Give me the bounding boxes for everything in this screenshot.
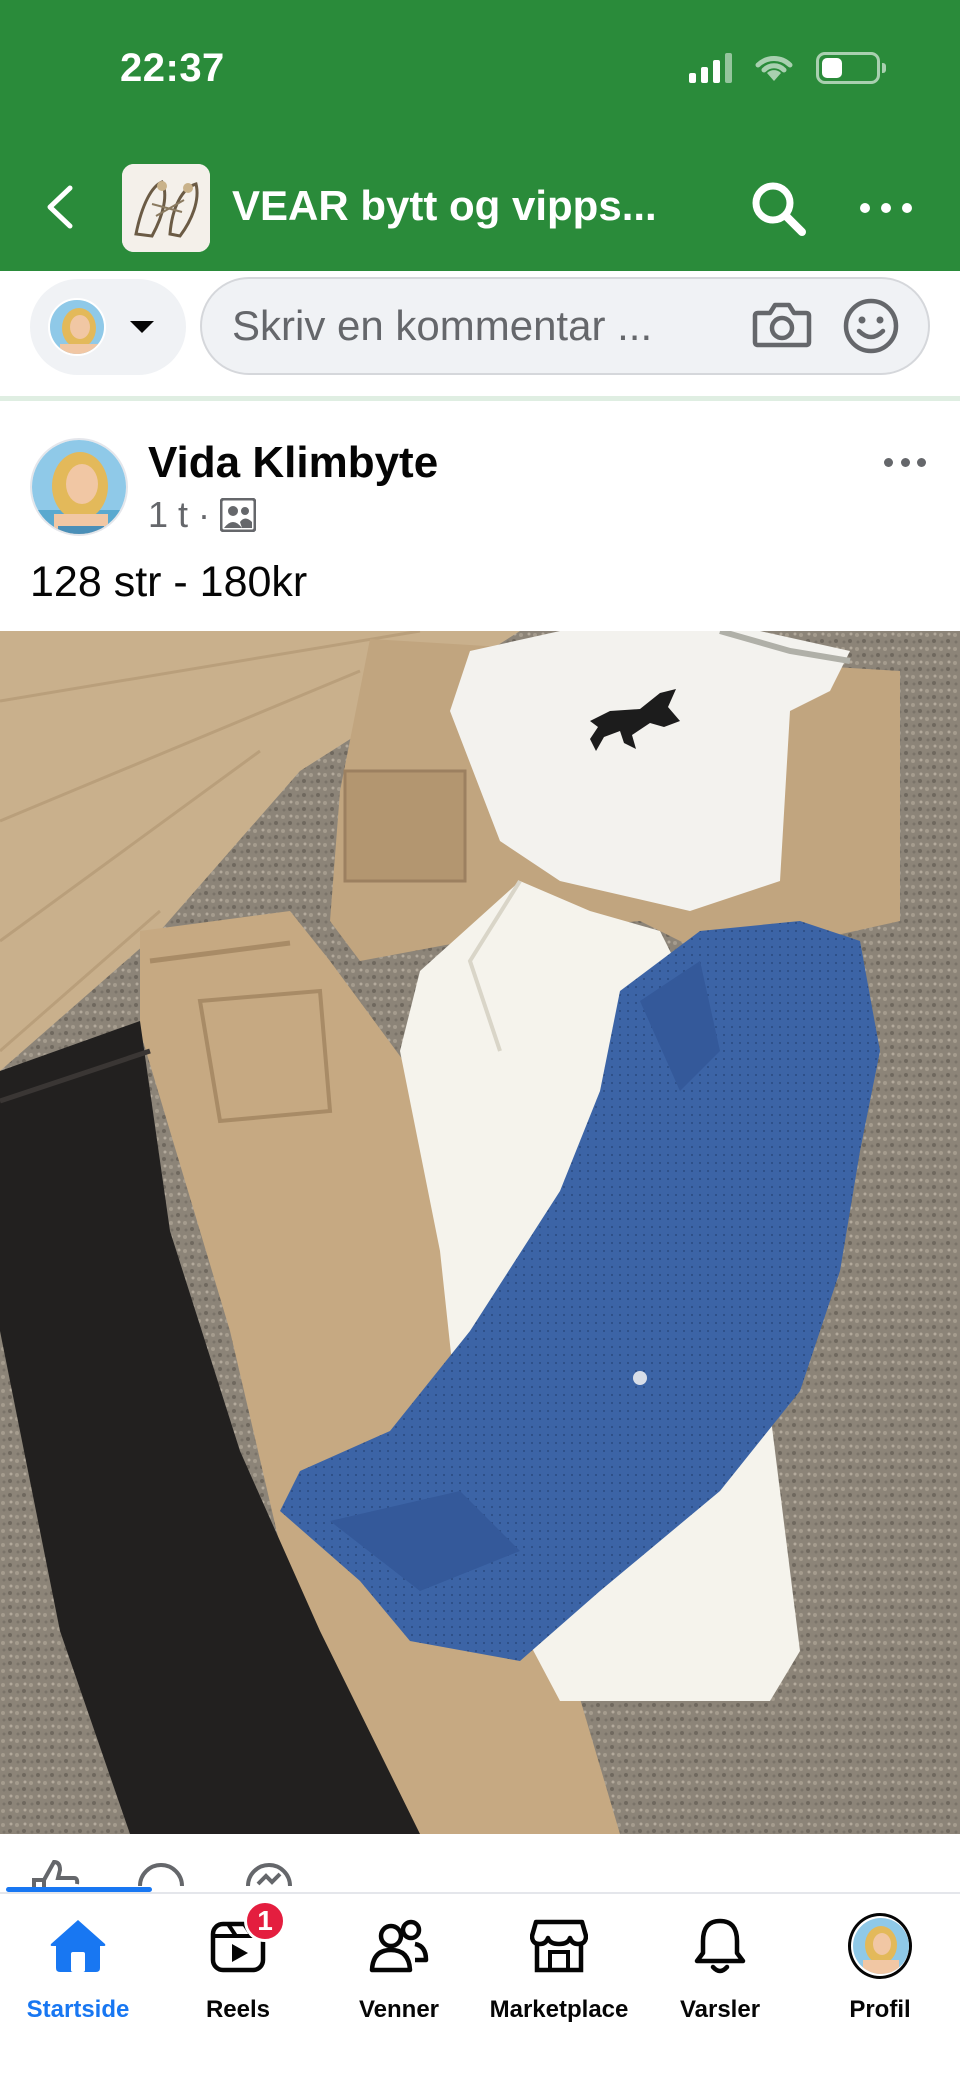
tab-marketplace[interactable]: Marketplace: [479, 1914, 639, 2044]
camera-icon[interactable]: [752, 299, 812, 349]
group-logo[interactable]: [122, 164, 210, 252]
group-nav-row: VEAR bytt og vipps...: [0, 160, 960, 252]
dot-icon: [881, 203, 891, 213]
post-meta: 1 t ·: [148, 494, 257, 536]
bell-icon: [688, 1914, 752, 1978]
comment-input[interactable]: Skriv en kommentar ...: [200, 277, 930, 375]
author-name[interactable]: Vida Klimbyte: [148, 438, 438, 488]
tab-label: Startside: [26, 1996, 130, 2023]
tab-notifications[interactable]: Varsler: [640, 1914, 800, 2044]
wifi-icon: [755, 56, 793, 81]
profile-avatar: [848, 1913, 912, 1979]
chevron-left-icon: [47, 185, 73, 229]
status-icons: [689, 52, 886, 84]
tab-reels[interactable]: 1 Reels: [158, 1900, 318, 2044]
reels-icon: 1: [206, 1900, 286, 1978]
cellular-signal-icon: [689, 53, 732, 83]
more-options-button[interactable]: [860, 184, 912, 232]
status-time: 22:37: [120, 46, 225, 90]
messenger-share-icon[interactable]: [244, 1860, 294, 1892]
notification-badge: 1: [244, 1900, 286, 1942]
comment-placeholder: Skriv en kommentar ...: [232, 302, 653, 349]
tab-home[interactable]: Startside: [0, 1914, 158, 2044]
post-text: 128 str - 180kr: [30, 558, 308, 606]
meta-separator: ·: [198, 494, 211, 535]
tab-profile[interactable]: Profil: [800, 1913, 960, 2044]
tab-friends[interactable]: Venner: [319, 1914, 479, 2044]
friends-icon: [367, 1914, 431, 1978]
identity-selector[interactable]: [30, 279, 186, 375]
post-photo[interactable]: [0, 631, 960, 1834]
post-options-button[interactable]: [884, 458, 926, 470]
back-button[interactable]: [34, 180, 84, 234]
post-actions: [0, 1834, 960, 1892]
battery-icon: [816, 52, 886, 84]
group-audience-icon: [220, 498, 257, 532]
dot-icon: [884, 458, 893, 467]
bottom-tab-bar: Startside 1 Reels Venner Marketplace Var…: [0, 1892, 960, 2081]
author-avatar[interactable]: [30, 438, 128, 536]
dot-icon: [917, 458, 926, 467]
avatar: [48, 298, 106, 356]
post-time[interactable]: 1 t: [148, 494, 188, 536]
tab-label: Marketplace: [489, 1996, 629, 2023]
post-header: Vida Klimbyte 1 t · 128 str - 180kr: [0, 410, 960, 610]
caret-down-icon: [130, 321, 154, 333]
comment-composer: Skriv en kommentar ...: [0, 271, 960, 401]
app-header: 22:37 VEAR bytt og vipps...: [0, 0, 960, 271]
tab-label: Profil: [849, 1996, 911, 2023]
emoji-icon[interactable]: [842, 297, 900, 355]
search-icon[interactable]: [748, 178, 808, 238]
dot-icon: [860, 203, 870, 213]
group-title[interactable]: VEAR bytt og vipps...: [232, 182, 657, 230]
home-icon: [46, 1914, 110, 1978]
marketplace-icon: [527, 1914, 591, 1978]
tab-label: Varsler: [679, 1996, 761, 2023]
dot-icon: [900, 458, 910, 467]
tab-label: Reels: [205, 1996, 271, 2023]
tab-label: Venner: [358, 1996, 440, 2023]
dot-icon: [902, 203, 912, 213]
